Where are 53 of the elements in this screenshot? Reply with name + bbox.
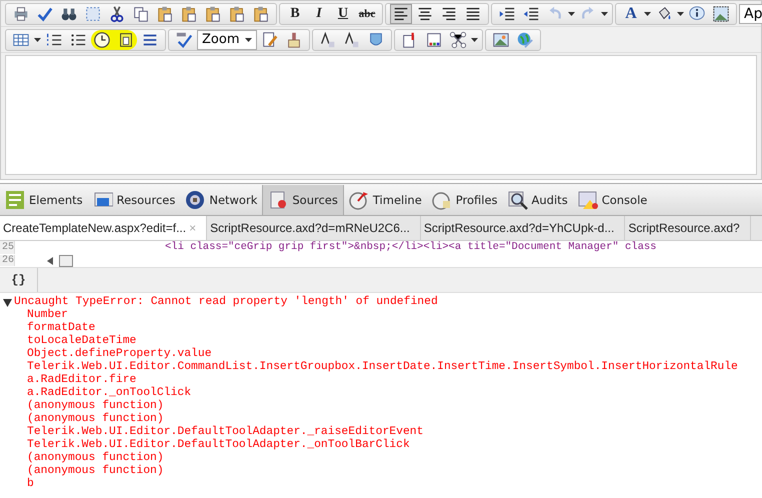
- expand-triangle-icon[interactable]: [3, 298, 12, 306]
- panel-tab[interactable]: Resources: [88, 184, 180, 214]
- panel-icon: [432, 190, 452, 210]
- line-number: 25: [0, 241, 15, 254]
- file-tab[interactable]: ScriptResource.axd?d=mRNeU2C6...: [207, 216, 421, 240]
- file-tab[interactable]: CreateTemplateNew.aspx?edit=f... ×: [0, 216, 208, 240]
- panel-tab[interactable]: Timeline: [344, 184, 427, 214]
- stack-frame: a.RadEditor._onToolClick: [0, 387, 762, 400]
- stack-frame: Telerik.Web.UI.Editor.DefaultToolAdapter._raiseEditorEvent: [0, 426, 762, 439]
- panel-icon: [92, 190, 113, 210]
- panel-tab[interactable]: Elements: [0, 184, 88, 214]
- panel-icon: [5, 190, 25, 210]
- panel-tab[interactable]: Console: [572, 184, 652, 214]
- scrollbar-thumb[interactable]: [59, 254, 73, 266]
- stack-frame: (anonymous function): [0, 465, 762, 478]
- panel-icon: [185, 190, 206, 210]
- stack-frame: (anonymous function): [0, 400, 762, 413]
- strikethrough-button[interactable]: abc: [356, 4, 378, 24]
- scroll-left-icon[interactable]: [47, 256, 53, 264]
- panel-icon: [268, 190, 288, 210]
- stack-frame: b: [0, 478, 762, 491]
- italic-button[interactable]: I: [308, 4, 330, 24]
- panel-icon: [578, 190, 598, 210]
- stack-frame: a.RadEditor.fire: [0, 374, 762, 387]
- stack-frame: formatDate: [0, 322, 762, 335]
- panel-tab[interactable]: Network: [180, 184, 262, 214]
- stack-frame: Object.defineProperty.value: [0, 348, 762, 361]
- panel-tab[interactable]: Audits: [502, 184, 573, 214]
- font-color-button[interactable]: A: [620, 4, 642, 24]
- file-tab[interactable]: ScriptResource.axd?d=YhCUpk-d...: [420, 216, 626, 240]
- nodes-icon[interactable]: [447, 30, 469, 50]
- panel-tab[interactable]: Profiles: [426, 184, 503, 214]
- stack-frame: (anonymous function): [0, 413, 762, 426]
- stack-frame: (anonymous function): [0, 452, 762, 465]
- stack-frame: Number: [0, 309, 762, 322]
- pretty-print-button[interactable]: {}: [0, 268, 38, 292]
- stack-frame: toLocaleDateTime: [0, 335, 762, 348]
- panel-icon: [508, 190, 528, 210]
- stack-frame: Telerik.Web.UI.Editor.CommandList.InsertGroupbox.InsertDate.InsertTime.InsertSymbol.InsertHorizontalRule: [0, 361, 762, 374]
- panel-tab[interactable]: Sources: [262, 184, 344, 214]
- align-left-icon[interactable]: [390, 4, 412, 24]
- panel-icon: [348, 190, 369, 210]
- clock-icon[interactable]: [91, 30, 113, 50]
- stack-frame: Telerik.Web.UI.Editor.DefaultToolAdapter._onToolBarClick: [0, 439, 762, 452]
- code-line: <li class="ceGrip grip first">&nbsp;</li><li><a title="Document Manager" class: [165, 241, 656, 254]
- font-field[interactable]: Ap: [739, 4, 762, 24]
- bold-button[interactable]: B: [284, 4, 306, 24]
- underline-button[interactable]: U: [332, 4, 354, 24]
- line-number: 26: [0, 255, 15, 266]
- zoom-dropdown[interactable]: Zoom: [197, 30, 257, 50]
- dropdown-caret-icon: [245, 38, 252, 42]
- error-message: Uncaught TypeError: Cannot read property 'length' of undefined: [14, 296, 438, 308]
- file-tab[interactable]: ScriptResource.axd?: [625, 216, 751, 240]
